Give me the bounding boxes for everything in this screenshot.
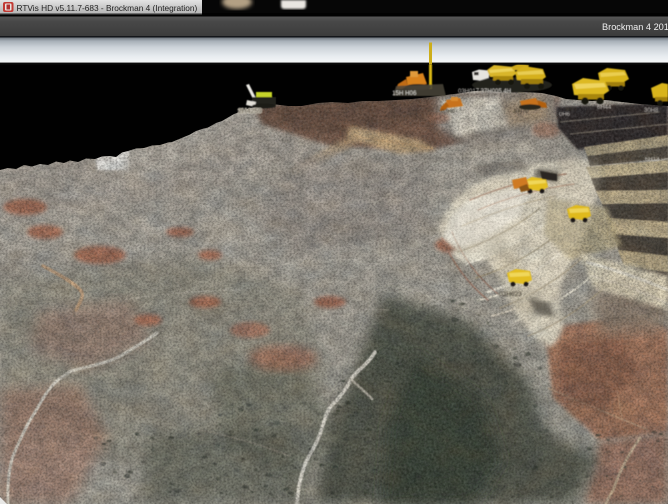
- svg-text:EH70: EH70: [514, 109, 529, 115]
- svg-text:RTVis HD v5.11.7-683 - Brockma: RTVis HD v5.11.7-683 - Brockman 4 (Integ…: [17, 3, 198, 13]
- svg-text:6H44: 6H44: [597, 105, 612, 111]
- svg-text:6H13: 6H13: [645, 157, 660, 163]
- svg-text:15H H06: 15H H06: [392, 90, 417, 97]
- svg-text:03H0: 03H0: [441, 109, 455, 115]
- svg-text:03H017 37H005 4H: 03H017 37H005 4H: [458, 89, 511, 95]
- svg-text:30H8: 30H8: [644, 108, 659, 114]
- svg-text:Brockman 4 2019: Brockman 4 2019: [602, 22, 668, 32]
- svg-text:0H6: 0H6: [559, 112, 571, 118]
- svg-text:2H4259: 2H4259: [238, 108, 262, 115]
- svg-text:03H623: 03H623: [499, 291, 522, 298]
